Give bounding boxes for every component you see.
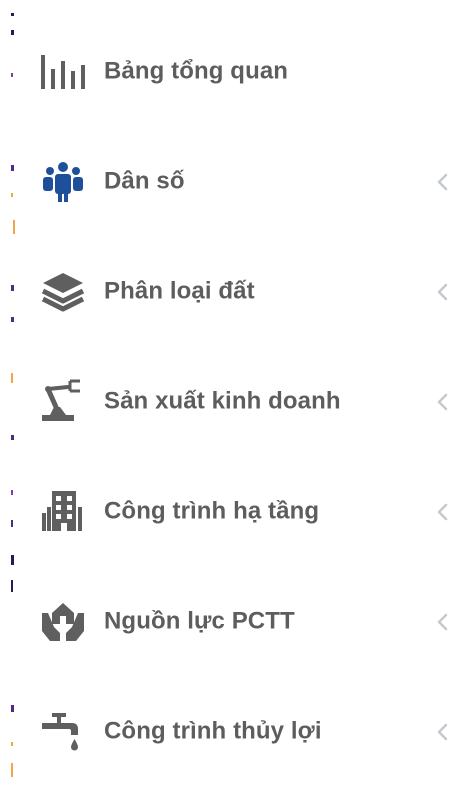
menu-item-label: Dân số <box>104 167 185 195</box>
menu-item-label: Nguồn lực PCTT <box>104 607 295 635</box>
menu-item-population[interactable]: Dân số <box>0 127 471 237</box>
chevron-left-icon[interactable] <box>434 391 452 413</box>
chevron-left-icon[interactable] <box>434 501 452 523</box>
menu-item-irrigation[interactable]: Công trình thủy lợi <box>0 677 471 787</box>
layers-icon <box>38 267 88 317</box>
industry-robot-arm-icon <box>38 377 88 427</box>
sidebar-menu: Bảng tổng quan Dân số Phân loại đất Sản … <box>0 0 471 803</box>
menu-item-label: Sản xuất kinh doanh <box>104 387 341 415</box>
menu-item-label: Công trình hạ tầng <box>104 497 320 525</box>
chevron-left-icon[interactable] <box>434 721 452 743</box>
menu-item-label: Bảng tổng quan <box>104 57 289 85</box>
hands-house-icon <box>38 597 88 647</box>
menu-item-land-classification[interactable]: Phân loại đất <box>0 237 471 347</box>
menu-item-disaster-resources[interactable]: Nguồn lực PCTT <box>0 567 471 677</box>
chevron-left-icon[interactable] <box>434 611 452 633</box>
people-group-icon <box>38 157 88 207</box>
menu-item-label: Công trình thủy lợi <box>104 717 322 745</box>
menu-item-label: Phân loại đất <box>104 277 255 305</box>
menu-item-business-production[interactable]: Sản xuất kinh doanh <box>0 347 471 457</box>
menu-item-dashboard[interactable]: Bảng tổng quan <box>0 17 471 127</box>
building-icon <box>38 487 88 537</box>
menu-list: Bảng tổng quan Dân số Phân loại đất Sản … <box>0 17 471 787</box>
chevron-left-icon[interactable] <box>434 171 452 193</box>
chevron-left-icon[interactable] <box>434 281 452 303</box>
water-faucet-icon <box>38 707 88 757</box>
bar-chart-icon <box>38 47 88 97</box>
menu-item-infrastructure[interactable]: Công trình hạ tầng <box>0 457 471 567</box>
